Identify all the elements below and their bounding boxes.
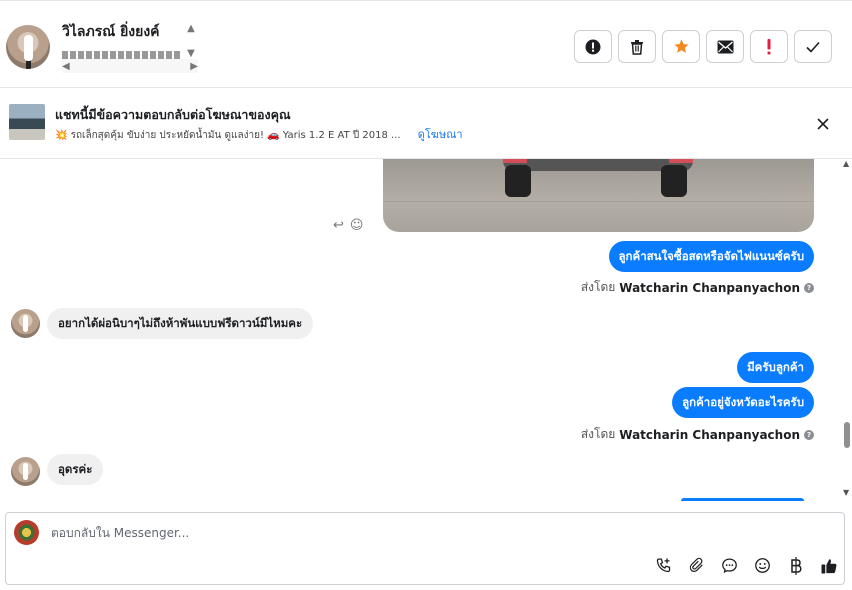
like-button[interactable] [819, 556, 838, 575]
envelope-icon [717, 40, 733, 53]
sender-name: Watcharin Chanpanyachon [619, 427, 800, 442]
subtitle-vertical-scroll[interactable]: ▲ ▼ [184, 23, 198, 59]
thread-scrollbar[interactable]: ▲ ▼ [840, 159, 852, 501]
contact-name[interactable]: วิไลภรณ์ ยิ่งยงค์ [62, 21, 160, 43]
page-avatar [14, 520, 39, 545]
spam-button[interactable] [574, 30, 612, 63]
info-icon[interactable]: ? [804, 429, 814, 440]
image-actions: ↩ ☺ [333, 218, 363, 233]
ad-thumbnail[interactable] [9, 104, 45, 140]
conversation-header: วิไลภรณ์ ยิ่งยงค์ ▲ ▼ ◀ ▶ [0, 0, 852, 88]
incoming-message[interactable]: อุดรค่ะ [47, 454, 104, 485]
outgoing-message[interactable]: มีครับลูกค้า [737, 352, 814, 383]
scroll-up-arrow-icon[interactable]: ▲ [843, 159, 849, 168]
scroll-left-icon[interactable]: ◀ [62, 61, 70, 72]
paperclip-icon [689, 557, 703, 573]
partial-outgoing-message [681, 498, 804, 501]
reply-icon[interactable]: ↩ [333, 218, 344, 233]
star-icon [673, 39, 689, 53]
smiley-icon [755, 558, 770, 573]
exclamation-icon [767, 38, 771, 54]
mark-done-button[interactable] [794, 30, 832, 63]
thumbs-up-icon [821, 558, 836, 573]
sent-by-label: ส่งโดย Watcharin Chanpanyachon ? [581, 278, 814, 297]
saved-replies-button[interactable] [720, 556, 739, 575]
trash-icon [631, 39, 643, 55]
shared-car-image[interactable] [383, 159, 814, 232]
check-icon [806, 41, 820, 53]
contact-subtitle [62, 51, 180, 59]
contact-avatar-small[interactable] [11, 309, 40, 338]
follow-up-button[interactable] [750, 30, 788, 63]
conversation-toolbar [574, 30, 832, 63]
outgoing-message[interactable]: ลูกค้าอยู่จังหวัดอะไรครับ [672, 387, 814, 418]
sent-by-label: ส่งโดย Watcharin Chanpanyachon ? [581, 425, 814, 444]
scroll-up-icon[interactable]: ▲ [187, 23, 195, 34]
close-ad-bar-button[interactable] [812, 113, 834, 135]
scroll-down-arrow-icon[interactable]: ▼ [843, 488, 849, 497]
payment-button[interactable] [786, 556, 805, 575]
chat-bubble-icon [722, 558, 737, 573]
reply-composer [5, 512, 845, 585]
ad-description-part-1: 💥 รถเล็กสุดคุ้ม ขับง่าย ประหยัดน้ำมัน ดู… [55, 130, 264, 141]
close-icon [817, 118, 829, 130]
mark-unread-button[interactable] [706, 30, 744, 63]
sent-by-prefix: ส่งโดย [580, 280, 616, 294]
exclamation-circle-icon [585, 39, 601, 54]
floor-line [383, 201, 814, 202]
ad-context-title: แชทนี้มีข้อความตอบกลับต่อโฆษณาของคุณ [55, 107, 291, 122]
car-taillight [669, 159, 693, 163]
call-button[interactable] [654, 556, 673, 575]
baht-icon [790, 556, 802, 575]
subtitle-horizontal-scroll[interactable]: ◀ ▶ [62, 59, 198, 73]
scrollbar-thumb[interactable] [844, 422, 850, 448]
ad-description-part-2: 🚗 Yaris 1.2 E AT ปี 2018 ... [267, 130, 401, 141]
contact-avatar-small[interactable] [11, 457, 40, 486]
ad-context-bar: แชทนี้มีข้อความตอบกลับต่อโฆษณาของคุณ 💥 ร… [0, 89, 852, 159]
outgoing-message[interactable]: ลูกค้าสนใจซื้อสดหรือจัดไฟแนนซ์ครับ [608, 241, 814, 272]
phone-plus-icon [656, 558, 671, 573]
view-ad-link[interactable]: ดูโฆษณา [418, 128, 463, 141]
car-taillight [503, 159, 527, 163]
sender-name: Watcharin Chanpanyachon [619, 280, 800, 295]
sent-by-prefix: ส่งโดย [580, 427, 616, 441]
reply-input[interactable] [51, 526, 651, 540]
scroll-down-icon[interactable]: ▼ [187, 48, 195, 59]
delete-button[interactable] [618, 30, 656, 63]
info-icon[interactable]: ? [804, 282, 814, 293]
star-button[interactable] [662, 30, 700, 63]
incoming-message[interactable]: อยากได้ผ่อนิบาๆไม่ถึงห้าพันแบบฟรีดาวน์มี… [47, 308, 314, 339]
attach-button[interactable] [687, 556, 706, 575]
car-tire [661, 165, 687, 197]
react-emoji-icon[interactable]: ☺ [350, 218, 364, 233]
message-thread[interactable]: ↩ ☺ ลูกค้าสนใจซื้อสดหรือจัดไฟแนนซ์ครับ ส… [0, 159, 852, 501]
contact-avatar[interactable] [6, 25, 50, 69]
composer-tools [654, 556, 838, 575]
emoji-button[interactable] [753, 556, 772, 575]
car-tire [505, 165, 531, 197]
ad-description: 💥 รถเล็กสุดคุ้ม ขับง่าย ประหยัดน้ำมัน ดู… [55, 125, 463, 143]
scroll-right-icon[interactable]: ▶ [190, 61, 198, 72]
